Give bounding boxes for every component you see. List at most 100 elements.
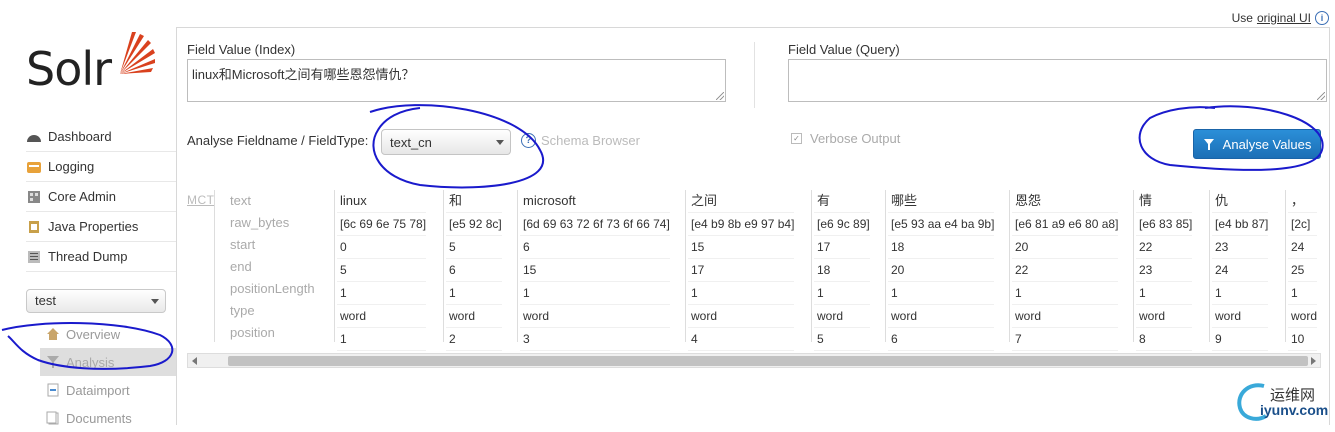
core-selector[interactable]: test (26, 289, 166, 313)
token-position: 7 (1012, 328, 1119, 351)
core-menu-documents[interactable]: Documents (40, 404, 176, 432)
token-positionlength: 1 (814, 282, 870, 305)
query-value-textarea[interactable] (788, 59, 1327, 102)
token-position: 3 (520, 328, 670, 351)
token-column: 之间 [e4 b9 8b e9 97 b4] 15 17 1 word 4 (688, 190, 795, 351)
row-label: start (230, 237, 256, 252)
token-column-divider (1285, 190, 1286, 342)
core-menu-analysis[interactable]: Analysis (40, 348, 176, 376)
token-column-divider (443, 190, 444, 342)
nav-label: Java Properties (48, 219, 139, 234)
row-label: text (230, 193, 251, 208)
scroll-right-icon[interactable] (1311, 357, 1316, 365)
chevron-down-icon (151, 299, 159, 304)
core-menu-overview[interactable]: Overview (40, 320, 176, 348)
index-value-text: linux和Microsoft之间有哪些恩怨情仇？ (192, 67, 415, 82)
analyse-values-button[interactable]: Analyse Values (1193, 129, 1321, 159)
row-label: position (230, 325, 275, 340)
token-text: microsoft (520, 190, 670, 213)
documents-icon (46, 411, 60, 425)
form-divider (754, 42, 755, 108)
original-ui-link[interactable]: original UI (1257, 11, 1311, 25)
token-column: 仇 [e4 bb 87] 23 24 1 word 9 (1212, 190, 1269, 351)
nav-label: Thread Dump (48, 249, 128, 264)
token-end: 24 (1212, 259, 1269, 282)
token-start: 5 (446, 236, 502, 259)
token-position: 6 (888, 328, 995, 351)
nav-thread-dump[interactable]: Thread Dump (26, 242, 176, 272)
nav-label: Core Admin (48, 189, 116, 204)
verbose-output-toggle[interactable]: ✓ Verbose Output (791, 131, 900, 146)
token-raw_bytes: [e6 9c 89] (814, 213, 870, 236)
index-value-textarea[interactable]: linux和Microsoft之间有哪些恩怨情仇？ (187, 59, 726, 102)
tokenizer-name[interactable]: MCT (187, 193, 215, 207)
token-text: ， (1288, 190, 1318, 213)
main-nav: Dashboard Logging Core Admin Java Proper… (26, 122, 176, 272)
schema-browser-link[interactable]: Schema Browser (541, 133, 640, 148)
fieldtype-select[interactable]: text_cn (381, 129, 511, 155)
use-prefix: Use (1231, 11, 1253, 25)
use-original-ui: Use original UI i (1232, 11, 1329, 25)
token-type: word (1212, 305, 1269, 328)
help-icon[interactable]: ? (521, 133, 536, 148)
token-text: 和 (446, 190, 502, 213)
token-end: 6 (446, 259, 502, 282)
chevron-down-icon (496, 140, 504, 145)
token-start: 18 (888, 236, 995, 259)
core-menu-label: Analysis (66, 354, 115, 370)
solr-logo[interactable]: Solr (26, 30, 166, 100)
token-column: 和 [e5 92 8c] 5 6 1 word 2 (446, 190, 502, 351)
token-start: 17 (814, 236, 870, 259)
token-text: 情 (1136, 190, 1193, 213)
row-label: end (230, 259, 252, 274)
filter-icon (1203, 138, 1214, 150)
token-end: 23 (1136, 259, 1193, 282)
token-end: 18 (814, 259, 870, 282)
verbose-checkbox[interactable]: ✓ (791, 133, 802, 144)
watermark-url: iyunv.com (1260, 402, 1329, 418)
nav-label: Dashboard (48, 129, 112, 144)
token-positionlength: 1 (520, 282, 670, 305)
token-end: 5 (337, 259, 427, 282)
horizontal-scrollbar[interactable] (187, 353, 1321, 368)
token-text: linux (337, 190, 427, 213)
nav-core-admin[interactable]: Core Admin (26, 182, 176, 212)
token-column: 有 [e6 9c 89] 17 18 1 word 5 (814, 190, 870, 351)
nav-java-properties[interactable]: Java Properties (26, 212, 176, 242)
core-menu-dataimport[interactable]: Dataimport (40, 376, 176, 404)
watermark: 运维网 iyunv.com (1234, 378, 1334, 425)
token-positionlength: 1 (688, 282, 795, 305)
token-start: 15 (688, 236, 795, 259)
token-type: word (337, 305, 427, 328)
token-type: word (814, 305, 870, 328)
token-type: word (446, 305, 502, 328)
filter-icon (46, 355, 60, 369)
resize-grip-icon[interactable] (716, 92, 724, 100)
token-positionlength: 1 (446, 282, 502, 305)
nav-logging[interactable]: Logging (26, 152, 176, 182)
query-field-label: Field Value (Query) (788, 42, 900, 57)
nav-dashboard[interactable]: Dashboard (26, 122, 176, 152)
token-column-divider (811, 190, 812, 342)
logo-text: Solr (26, 42, 112, 96)
token-end: 20 (888, 259, 995, 282)
token-raw_bytes: [6d 69 63 72 6f 73 6f 66 74] (520, 213, 670, 236)
dashboard-icon (26, 130, 42, 144)
token-positionlength: 1 (337, 282, 427, 305)
home-icon (46, 327, 60, 341)
token-position: 10 (1288, 328, 1318, 351)
info-icon[interactable]: i (1315, 11, 1329, 25)
token-start: 20 (1012, 236, 1119, 259)
token-raw_bytes: [e4 bb 87] (1212, 213, 1269, 236)
token-column-divider (1133, 190, 1134, 342)
analyse-button-label: Analyse Values (1222, 136, 1312, 152)
token-positionlength: 1 (888, 282, 995, 305)
token-column: microsoft [6d 69 63 72 6f 73 6f 66 74] 6 15… (520, 190, 670, 351)
token-column: ， [2c] 24 25 1 word 10 (1288, 190, 1318, 351)
token-column-divider (334, 190, 335, 342)
token-positionlength: 1 (1136, 282, 1193, 305)
scroll-left-icon[interactable] (192, 357, 197, 365)
token-raw_bytes: [e6 83 85] (1136, 213, 1193, 236)
scrollbar-thumb[interactable] (228, 356, 1308, 366)
resize-grip-icon[interactable] (1317, 92, 1325, 100)
